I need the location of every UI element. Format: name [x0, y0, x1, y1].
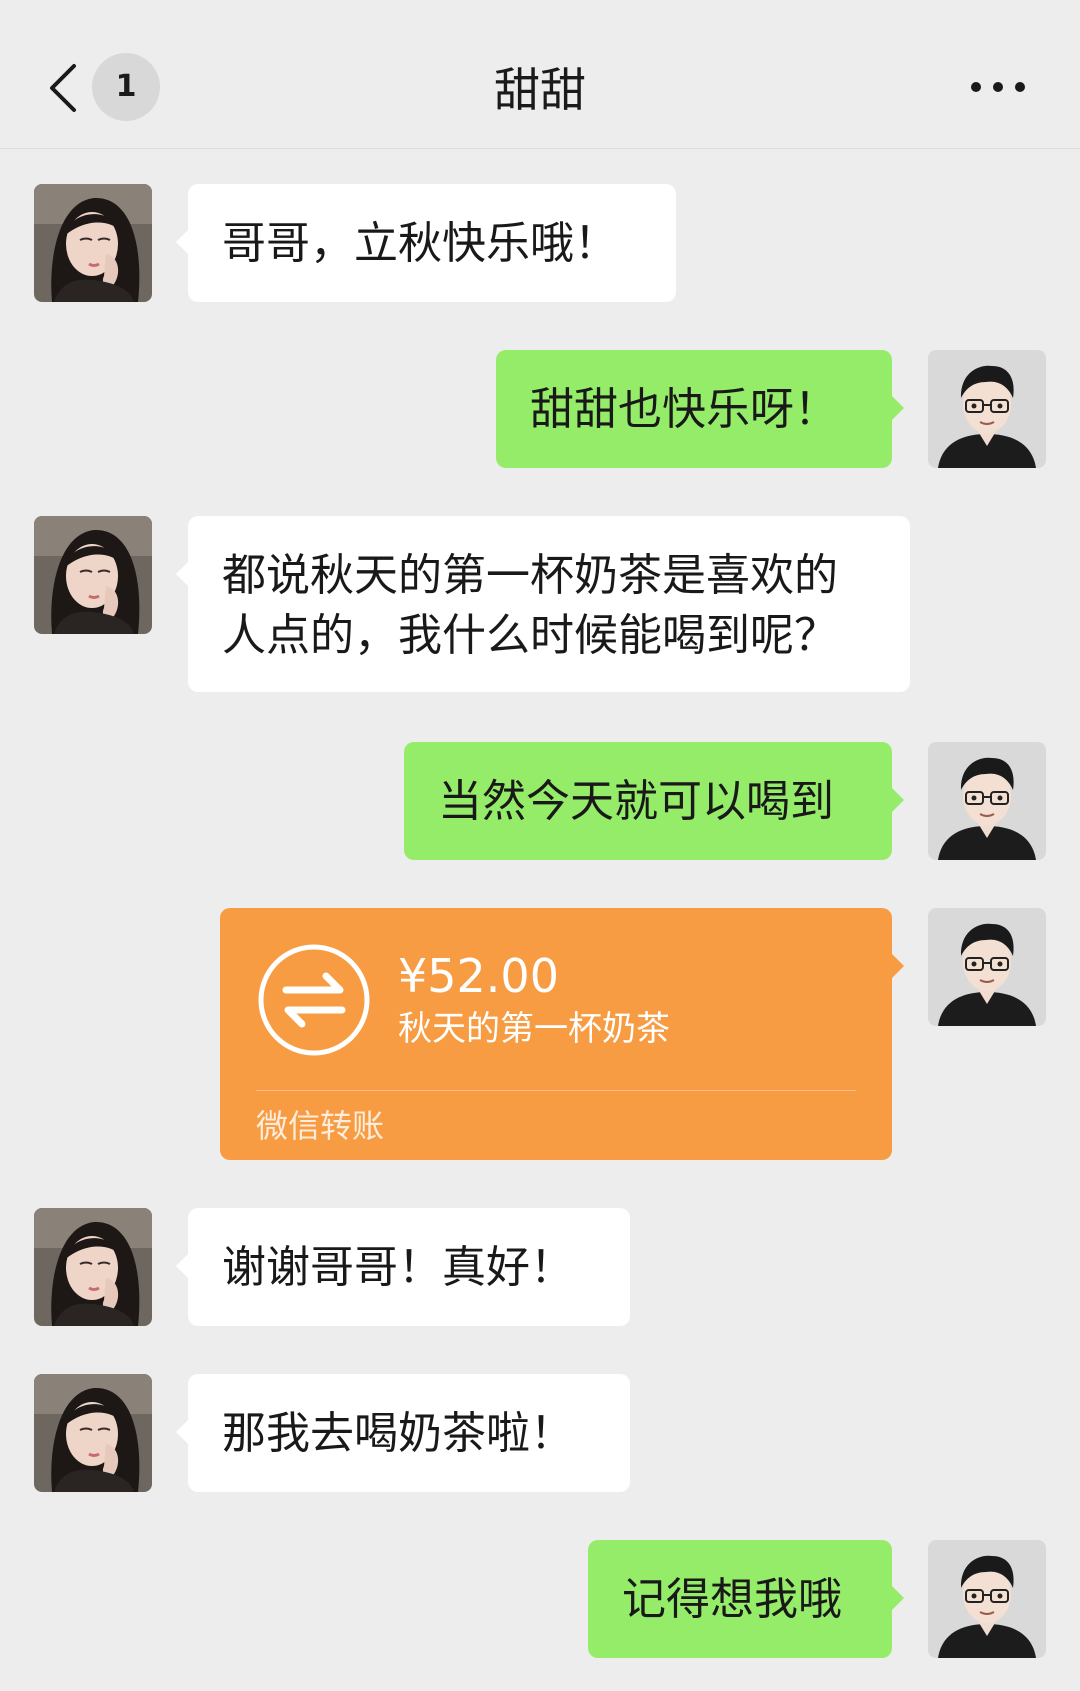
transfer-arrows-icon — [258, 944, 370, 1056]
transfer-note: 秋天的第一杯奶茶 — [398, 1009, 670, 1049]
incoming-message-bubble[interactable]: 都说秋天的第一杯奶茶是喜欢的 人点的，我什么时候能喝到呢？ — [176, 516, 910, 692]
message-text: 记得想我哦 — [622, 1574, 842, 1625]
contact-avatar[interactable] — [34, 1374, 152, 1492]
incoming-message-bubble[interactable]: 谢谢哥哥！真好！ — [176, 1208, 630, 1326]
transfer-amount: ¥52.00 — [398, 949, 559, 1003]
message-text-line: 人点的，我什么时候能喝到呢？ — [222, 610, 838, 661]
chat-title: 甜甜 — [494, 63, 586, 117]
message-text: 当然今天就可以喝到 — [438, 776, 834, 827]
transfer-footer-label: 微信转账 — [256, 1107, 385, 1145]
chat-header: 1 甜甜 — [0, 0, 1080, 149]
my-avatar[interactable] — [928, 742, 1046, 860]
wechat-transfer-card[interactable]: ¥52.00 秋天的第一杯奶茶 微信转账 — [220, 908, 904, 1160]
message-text-line: 都说秋天的第一杯奶茶是喜欢的 — [222, 550, 838, 601]
transfer-divider — [256, 1090, 856, 1091]
message-text: 哥哥，立秋快乐哦！ — [222, 218, 618, 269]
my-avatar[interactable] — [928, 1540, 1046, 1658]
outgoing-message-bubble[interactable]: 甜甜也快乐呀！ — [496, 350, 904, 468]
incoming-message-bubble[interactable]: 哥哥，立秋快乐哦！ — [176, 184, 676, 302]
message-text: 甜甜也快乐呀！ — [530, 384, 838, 435]
contact-avatar[interactable] — [34, 516, 152, 634]
contact-avatar[interactable] — [34, 184, 152, 302]
my-avatar[interactable] — [928, 350, 1046, 468]
message-text: 那我去喝奶茶啦！ — [222, 1408, 574, 1459]
outgoing-message-bubble[interactable]: 当然今天就可以喝到 — [404, 742, 904, 860]
more-horizontal-icon[interactable] — [968, 72, 1028, 102]
outgoing-message-bubble[interactable]: 记得想我哦 — [588, 1540, 904, 1658]
incoming-message-bubble[interactable]: 那我去喝奶茶啦！ — [176, 1374, 630, 1492]
contact-avatar[interactable] — [34, 1208, 152, 1326]
my-avatar[interactable] — [928, 908, 1046, 1026]
message-text: 谢谢哥哥！真好！ — [222, 1242, 574, 1293]
